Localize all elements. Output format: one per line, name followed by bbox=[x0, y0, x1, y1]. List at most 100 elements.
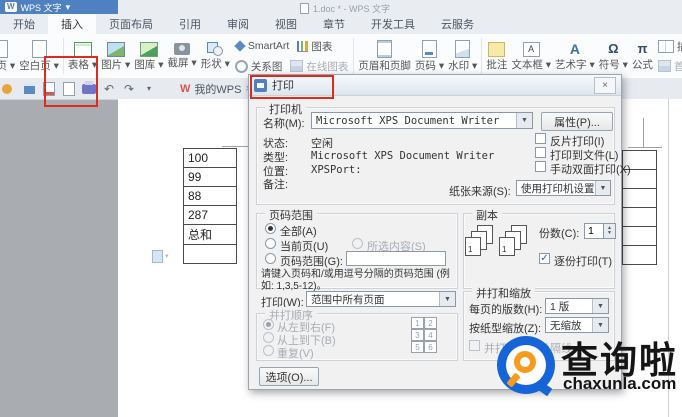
annotation-print-icon-box bbox=[44, 56, 98, 107]
copies-count-input[interactable] bbox=[584, 223, 604, 239]
combo-arrow-icon: ▼ bbox=[516, 113, 532, 128]
relation-chart-icon bbox=[234, 59, 248, 73]
formula-button[interactable]: π 公式 bbox=[630, 41, 655, 71]
text-box-button[interactable]: A 文本框 ▾ bbox=[509, 41, 553, 71]
table-cell[interactable]: 88 bbox=[183, 186, 237, 206]
gallery-button[interactable]: 图库 ▾ bbox=[132, 41, 165, 71]
comment-button[interactable]: 批注 bbox=[484, 41, 509, 71]
wps-app-menu[interactable]: W WPS 文字 ▾ bbox=[0, 0, 118, 14]
screenshot-button[interactable]: 截屏 ▾ bbox=[166, 43, 199, 69]
page-number-button[interactable]: 页码 ▾ bbox=[413, 40, 446, 72]
tab-page-layout[interactable]: 页面布局 bbox=[96, 14, 166, 34]
printer-status-value: 空闲 bbox=[311, 138, 333, 150]
pi-icon: π bbox=[637, 41, 648, 56]
range-all-radio[interactable] bbox=[265, 223, 276, 234]
symbol-button[interactable]: Ω 符号 ▾ bbox=[597, 41, 630, 71]
table-cell[interactable] bbox=[622, 245, 657, 265]
printer-properties-button[interactable]: 属性(P)... bbox=[541, 112, 613, 131]
title-bar: W WPS 文字 ▾ 1.doc * - WPS 文字 bbox=[0, 0, 682, 14]
watermark-domain: chaxunla.com bbox=[563, 374, 677, 393]
insert-number-button[interactable]: 插入数字 bbox=[657, 39, 682, 54]
drop-cap-icon bbox=[657, 60, 671, 72]
undo-button[interactable]: ↶ bbox=[100, 81, 118, 97]
dialog-close-button[interactable]: × bbox=[594, 76, 616, 94]
ribbon-separator bbox=[353, 38, 355, 74]
page-break-button[interactable]: 分页 ▾ bbox=[0, 40, 17, 72]
gallery-icon bbox=[139, 41, 158, 57]
document-icon bbox=[300, 3, 309, 14]
smartart-icon bbox=[234, 40, 246, 52]
annotation-dialog-title-box bbox=[250, 75, 334, 99]
floating-page-icon[interactable] bbox=[152, 250, 163, 263]
close-icon: × bbox=[602, 79, 608, 91]
relation-chart-button[interactable]: 关系图 bbox=[234, 59, 282, 74]
range-current-radio[interactable] bbox=[265, 238, 276, 249]
order-top-bottom-radio bbox=[263, 332, 274, 343]
watermark-icon bbox=[455, 40, 471, 58]
print-to-file-checkbox[interactable] bbox=[535, 147, 546, 158]
table-cell[interactable] bbox=[183, 244, 237, 264]
wordart-icon: A bbox=[569, 41, 580, 57]
tab-developer[interactable]: 开发工具 bbox=[358, 14, 428, 34]
tab-review[interactable]: 审阅 bbox=[214, 14, 262, 34]
pages-per-sheet-select[interactable]: 1 版 ▼ bbox=[545, 298, 609, 314]
pages-per-sheet-label: 每页的版数(H): bbox=[469, 304, 543, 316]
save-button[interactable] bbox=[20, 81, 38, 97]
omega-icon: Ω bbox=[608, 41, 619, 56]
wps-writer-window: W WPS 文字 ▾ 1.doc * - WPS 文字 开始 插入 页面布局 引… bbox=[0, 0, 682, 417]
range-selection-radio bbox=[352, 238, 363, 249]
chart-button[interactable]: 图表 bbox=[297, 39, 332, 54]
table-cell[interactable]: 100 bbox=[183, 148, 237, 168]
collate-checkbox[interactable]: ✓ bbox=[539, 253, 550, 264]
tab-cloud[interactable]: 云服务 bbox=[428, 14, 487, 34]
header-footer-button[interactable]: 页眉和页脚 bbox=[356, 40, 413, 72]
header-footer-icon bbox=[377, 40, 393, 58]
tab-references[interactable]: 引用 bbox=[166, 14, 214, 34]
table-cell[interactable] bbox=[622, 207, 657, 227]
tab-home[interactable]: 开始 bbox=[0, 14, 48, 34]
check-icon: ✓ bbox=[540, 252, 549, 264]
document-table-left[interactable]: 100 99 88 287 总和 bbox=[183, 148, 237, 264]
range-pages-label: 页码范围(G): bbox=[280, 256, 343, 268]
options-button[interactable]: 选项(O)... bbox=[259, 367, 319, 386]
insert-number-icon bbox=[657, 39, 674, 53]
printer-type-value: Microsoft XPS Document Writer bbox=[311, 150, 495, 162]
tab-my-wps[interactable]: W 我的WPS × bbox=[172, 78, 260, 99]
toolbar-options-button[interactable]: ▾ bbox=[140, 81, 158, 97]
online-chart-icon bbox=[290, 60, 304, 72]
tab-view[interactable]: 视图 bbox=[262, 14, 310, 34]
copies-count-label: 份数(C): bbox=[539, 228, 580, 240]
online-chart-button: 在线图表 bbox=[290, 59, 348, 74]
range-pages-radio[interactable] bbox=[265, 253, 276, 264]
table-cell[interactable]: 99 bbox=[183, 167, 237, 187]
printer-name-select[interactable]: Microsoft XPS Document Writer ▼ bbox=[311, 112, 533, 129]
table-cell[interactable] bbox=[622, 226, 657, 246]
wordart-button[interactable]: A 艺术字 ▾ bbox=[553, 41, 597, 71]
tab-section[interactable]: 章节 bbox=[310, 14, 358, 34]
status-dot-icon bbox=[1, 83, 12, 94]
diagram-group: SmartArt 图表 关系图 在线图表 bbox=[232, 39, 352, 74]
collate-page-icon: 1 bbox=[465, 237, 481, 256]
save-icon bbox=[23, 83, 35, 94]
shapes-button[interactable]: 形状 ▾ bbox=[199, 42, 232, 70]
smartart-button[interactable]: SmartArt bbox=[234, 40, 289, 52]
app-menu-caret-icon: ▾ bbox=[65, 1, 71, 12]
reverse-print-checkbox[interactable] bbox=[535, 133, 546, 144]
magnifier-icon bbox=[514, 351, 536, 373]
combo-arrow-icon: ▼ bbox=[439, 292, 455, 306]
watermark-button[interactable]: 水印 ▾ bbox=[446, 40, 479, 72]
table-cell[interactable]: 287 bbox=[183, 205, 237, 225]
redo-button[interactable]: ↷ bbox=[120, 81, 138, 97]
table-cell[interactable] bbox=[622, 188, 657, 208]
copies-spinner[interactable]: ▲ ▼ bbox=[603, 223, 616, 239]
page-range-input[interactable] bbox=[346, 251, 446, 266]
table-cell[interactable]: 总和 bbox=[183, 224, 237, 245]
picture-button[interactable]: 图片 ▾ bbox=[99, 41, 132, 71]
manual-duplex-checkbox[interactable] bbox=[535, 161, 546, 172]
chart-icon bbox=[297, 40, 309, 52]
print-what-select[interactable]: 范围中所有页面 ▼ bbox=[306, 291, 456, 307]
paper-source-select[interactable]: 使用打印机设置 ▼ bbox=[516, 180, 611, 196]
tab-insert[interactable]: 插入 bbox=[48, 14, 96, 34]
combo-arrow-icon: ▼ bbox=[592, 299, 608, 313]
table-guide-mark bbox=[643, 118, 644, 148]
